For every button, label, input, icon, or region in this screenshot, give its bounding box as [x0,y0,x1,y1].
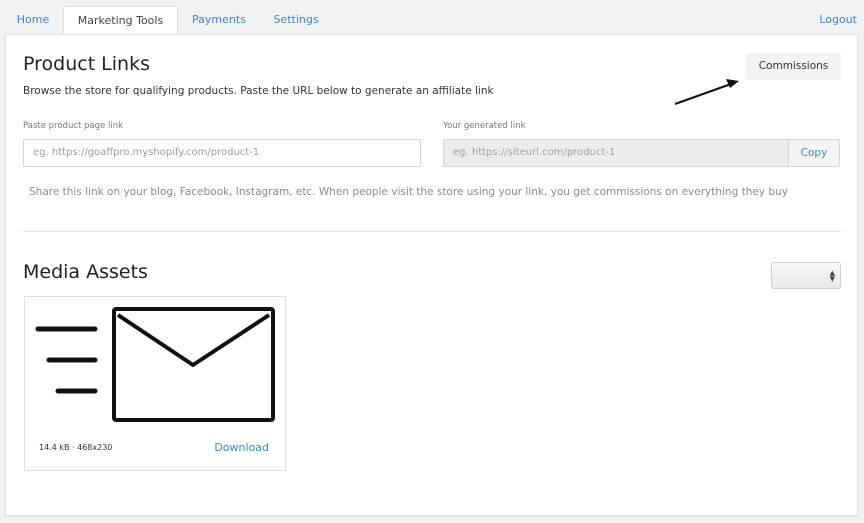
generated-link-label: Your generated link [443,121,526,131]
product-link-input[interactable]: eg. https://goaffpro.myshopify.com/produ… [23,139,421,167]
tab-settings[interactable]: Settings [264,6,328,35]
product-links-subtitle: Browse the store for qualifying products… [23,85,494,97]
main-card: Product Links Browse the store for quali… [5,34,858,516]
paste-link-label: Paste product page link [23,121,124,131]
tab-marketing-tools[interactable]: Marketing Tools [63,6,178,35]
share-hint: Share this link on your blog, Facebook, … [29,186,788,198]
product-links-title: Product Links [23,53,150,75]
media-asset-card: 14.4 kB · 468x230 Download [24,296,286,471]
commissions-button[interactable]: Commissions [746,53,841,80]
media-assets-title: Media Assets [23,261,148,283]
divider [23,231,841,232]
copy-button[interactable]: Copy [788,139,840,167]
asset-meta: 14.4 kB · 468x230 [39,443,113,452]
asset-filter-select[interactable]: ▲ ▼ [771,262,841,289]
logout-link[interactable]: Logout [819,6,857,34]
tab-payments[interactable]: Payments [182,6,256,35]
arrow-icon [674,79,739,105]
select-arrows-icon: ▲ ▼ [829,269,835,283]
top-nav: Home Marketing Tools Payments Settings L… [0,0,864,35]
tab-home[interactable]: Home [6,6,60,35]
download-link[interactable]: Download [214,441,269,454]
generated-link-input[interactable]: eg. https://siteurl.com/product-1 [443,139,789,167]
email-icon [35,307,275,422]
